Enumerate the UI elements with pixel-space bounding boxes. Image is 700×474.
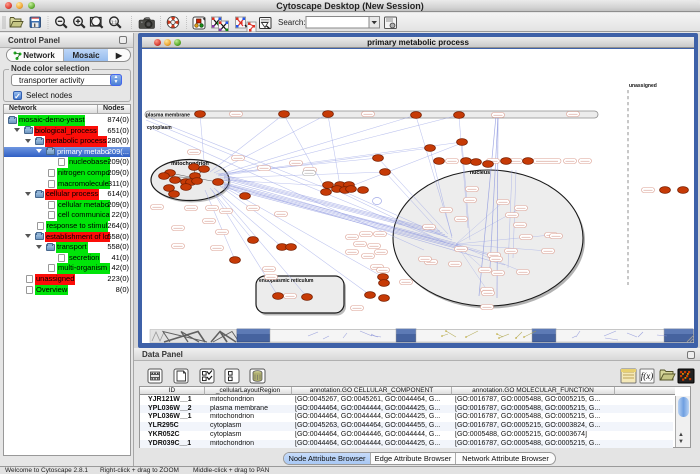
svg-text:1:1: 1:1	[111, 19, 118, 24]
svg-text:f(x): f(x)	[641, 371, 654, 381]
svg-text:plasma membrane: plasma membrane	[146, 113, 190, 119]
svg-text:unassigned: unassigned	[629, 83, 657, 89]
svg-text:nucleus: nucleus	[470, 170, 490, 176]
svg-text:cytoplasm: cytoplasm	[147, 125, 172, 131]
svg-text:Search:: Search:	[278, 18, 306, 27]
